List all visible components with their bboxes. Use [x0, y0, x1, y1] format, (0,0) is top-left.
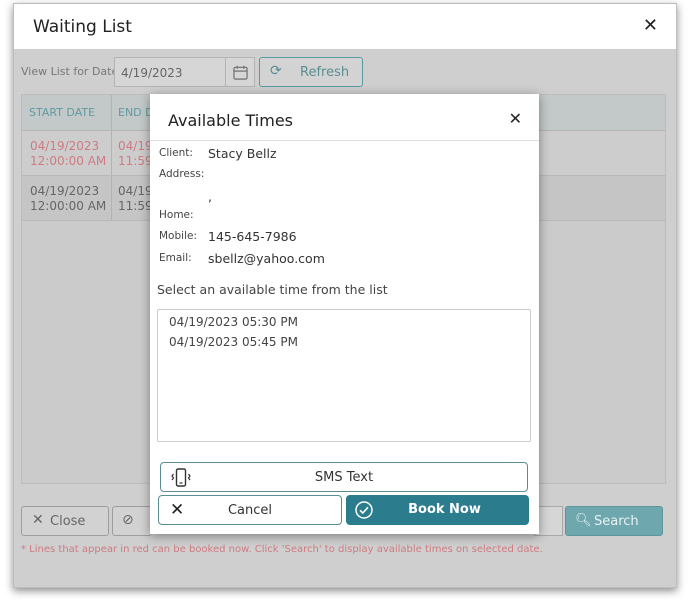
row-start-time: 12:00:00 AM	[30, 199, 107, 213]
calendar-button[interactable]	[225, 57, 255, 87]
col-start-date[interactable]: START DATE	[29, 106, 95, 119]
search-label: Search	[594, 514, 639, 529]
col-end-date[interactable]: END D	[118, 106, 154, 119]
close-label: Close	[50, 514, 86, 529]
sms-text-button[interactable]: SMS Text	[160, 462, 528, 492]
cancel-label: Cancel	[227, 503, 273, 518]
list-item[interactable]: 04/19/2023 05:30 PM	[169, 315, 298, 329]
dialog-title: Available Times	[168, 111, 293, 130]
dialog-divider	[150, 140, 539, 141]
row-start-cell: 04/19/2023 12:00:00 AM	[30, 139, 106, 169]
view-date-label: View List for Date	[21, 65, 119, 78]
select-time-prompt: Select an available time from the list	[157, 282, 388, 297]
calendar-icon	[233, 65, 248, 80]
column-separator	[111, 95, 112, 130]
search-icon: 🔍︎	[575, 513, 592, 528]
row-start-time: 12:00:00 AM	[30, 154, 107, 168]
list-item[interactable]: 04/19/2023 05:45 PM	[169, 335, 298, 349]
column-separator	[111, 176, 112, 220]
date-input[interactable]: 4/19/2023	[114, 57, 226, 87]
red-lines-footnote: * Lines that appear in red can be booked…	[21, 544, 543, 555]
available-times-button[interactable]: ⊘	[112, 506, 152, 536]
mobile-value: 145-645-7986	[208, 229, 297, 244]
column-separator	[111, 131, 112, 175]
row-start-cell: 04/19/2023 12:00:00 AM	[30, 184, 106, 214]
row-end-date: 04/19	[118, 184, 153, 198]
book-now-button[interactable]: Book Now	[346, 495, 529, 525]
sms-text-label: SMS Text	[314, 470, 374, 485]
row-end-date: 04/19	[118, 139, 153, 153]
client-value: Stacy Bellz	[208, 146, 277, 161]
row-start-date: 04/19/2023	[30, 184, 100, 198]
available-times-list[interactable]: 04/19/2023 05:30 PM 04/19/2023 05:45 PM	[157, 309, 531, 442]
refresh-icon: ⟳	[270, 63, 282, 79]
dialog-close-icon[interactable]: ✕	[509, 109, 522, 128]
close-icon: ✕	[32, 512, 44, 528]
address-label: Address:	[159, 168, 205, 180]
window-title: Waiting List	[33, 17, 132, 37]
refresh-label: Refresh	[300, 65, 350, 80]
row-start-date: 04/19/2023	[30, 139, 100, 153]
window-close-icon[interactable]: ✕	[643, 15, 658, 36]
mobile-label: Mobile:	[159, 230, 197, 242]
search-button[interactable]: 🔍︎ Search	[565, 506, 663, 536]
check-circle-icon: ⊘	[122, 512, 134, 528]
home-label: Home:	[159, 209, 194, 221]
close-button[interactable]: ✕ Close	[21, 506, 109, 536]
book-now-label: Book Now	[408, 502, 481, 517]
client-label: Client:	[159, 147, 193, 159]
cancel-button[interactable]: ✕ Cancel	[158, 495, 342, 525]
email-value: sbellz@yahoo.com	[208, 251, 325, 266]
address-value: ,	[208, 189, 212, 204]
available-times-dialog: Available Times ✕ Client: Stacy Bellz Ad…	[150, 94, 539, 534]
window-header: Waiting List ✕	[14, 4, 676, 49]
email-label: Email:	[159, 252, 192, 264]
refresh-button[interactable]: ⟳ Refresh	[259, 57, 363, 87]
